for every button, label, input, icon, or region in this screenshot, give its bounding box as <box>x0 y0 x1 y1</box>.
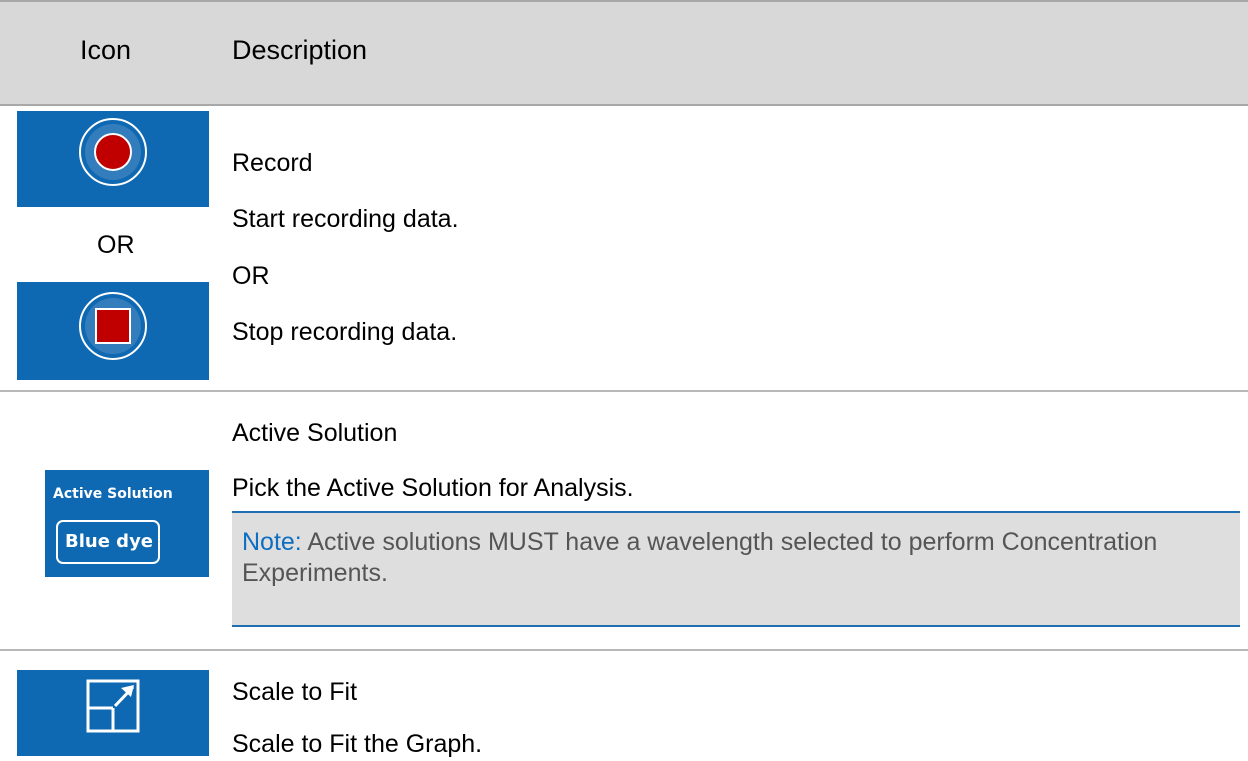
active-solution-icon-title: Active Solution <box>53 486 173 502</box>
row-title-active-solution: Active Solution <box>232 419 398 447</box>
row-divider <box>0 649 1248 651</box>
row-text: Pick the Active Solution for Analysis. <box>232 474 634 502</box>
row-divider <box>0 390 1248 392</box>
icon-column-header: Icon <box>80 35 132 65</box>
row-title-scale-to-fit: Scale to Fit <box>232 678 358 706</box>
note-label: Note: <box>242 528 302 556</box>
record-start-icon[interactable] <box>17 111 209 207</box>
row-text: Start recording data. <box>232 205 459 233</box>
row-title-record: Record <box>232 149 313 177</box>
active-solution-dropdown[interactable]: Blue dye <box>56 520 160 564</box>
icon-or-separator: OR <box>97 231 135 259</box>
row-text: OR <box>232 262 270 290</box>
description-column-header: Description <box>232 35 368 65</box>
table-header: Icon Description <box>0 0 1248 106</box>
row-text: Scale to Fit the Graph. <box>232 730 483 758</box>
record-stop-icon[interactable] <box>17 282 209 380</box>
note-text: Active solutions MUST have a wavelength … <box>242 528 1158 587</box>
note-box: Note: Active solutions MUST have a wavel… <box>232 511 1240 627</box>
row-text: Stop recording data. <box>232 318 458 346</box>
scale-to-fit-icon[interactable] <box>17 670 209 756</box>
